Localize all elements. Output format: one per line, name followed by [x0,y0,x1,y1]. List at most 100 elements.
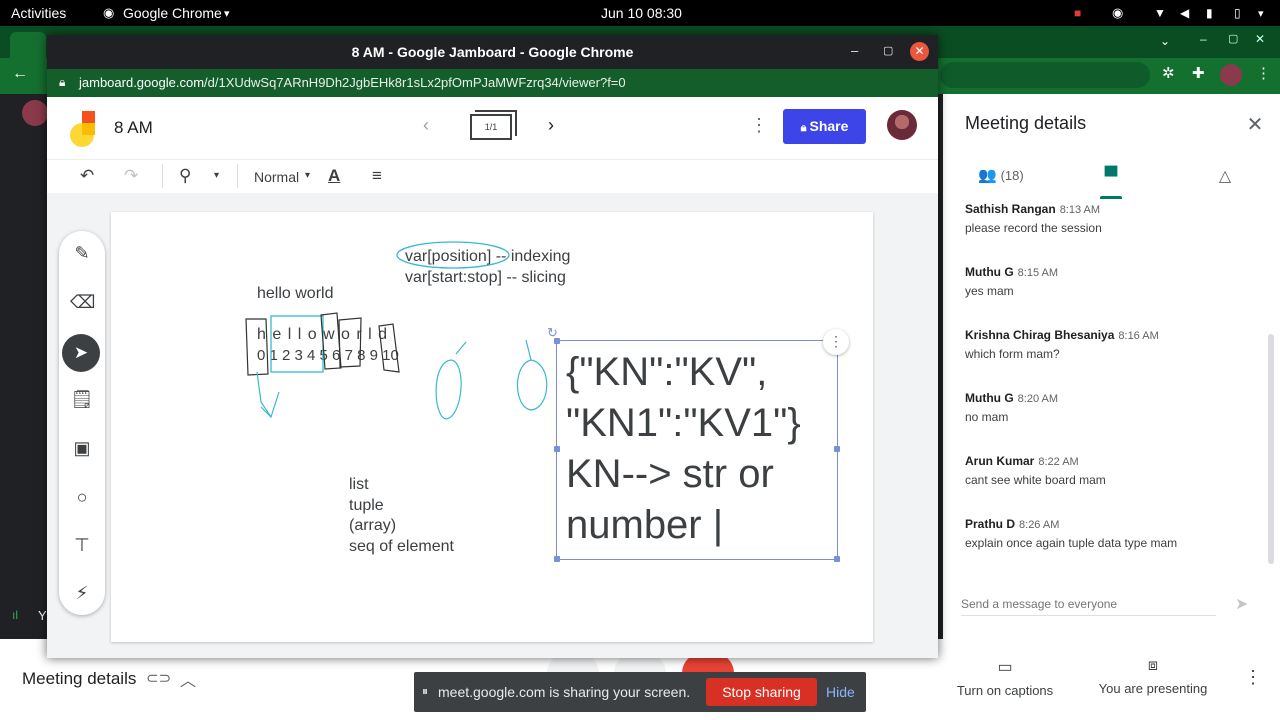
jamboard-logo [70,111,95,147]
volume-icon: ◀ [1180,6,1190,20]
message-time: 8:16 AM [1118,330,1159,342]
back-arrow-icon[interactable]: ← [12,65,28,83]
whiteboard-frame[interactable]: var[position] -- indexing var[start:stop… [111,212,873,642]
maximize-icon[interactable]: ▢ [1228,32,1238,45]
chevron-up-icon[interactable]: ︿ [180,667,196,691]
text-color-icon[interactable]: A [328,166,340,186]
tab-activities[interactable]: △ [1205,166,1245,190]
board-text-slicing[interactable]: var[start:stop] -- slicing [405,269,566,287]
rotate-handle-icon[interactable]: ↻ [547,325,558,341]
minimize-icon[interactable]: – [1200,32,1207,46]
pen-icon[interactable]: ✎ [70,243,94,264]
chevron-down-icon[interactable]: ▾ [1258,7,1264,20]
chat-message: Prathu D 8:26 AM explain once again tuple… [965,517,1177,550]
clock[interactable]: Jun 10 08:30 [601,5,682,21]
board-text-hello[interactable]: hello world [257,285,333,303]
previous-frame-icon[interactable]: ‹ [423,115,429,136]
align-icon[interactable]: ≡ [372,166,382,186]
tab-people[interactable]: 👥 (18) [971,166,1031,190]
message-time: 8:13 AM [1059,204,1101,216]
board-text-array[interactable]: (array) [349,517,396,535]
document-title[interactable]: 8 AM [114,118,153,138]
maximize-icon[interactable]: ▢ [883,44,893,57]
meet-omnibox[interactable] [940,62,1150,88]
chrome-tray-icon: ◉ [1112,5,1124,20]
pause-icon: ⏸ [422,684,429,698]
chat-scrollbar[interactable] [1268,334,1274,564]
chevron-down-icon: ▾ [305,170,311,181]
wifi-icon: ▼ [1154,6,1166,20]
board-text-tuple[interactable]: tuple [349,497,384,515]
captions-icon: ▭ [997,659,1013,676]
people-icon: 👥 [978,167,997,184]
profile-avatar[interactable] [1220,64,1242,86]
zoom-icon[interactable]: ⚲ [179,166,191,186]
input-underline [961,615,1216,616]
puzzle-icon[interactable]: ✚ [1192,64,1205,82]
app-menu[interactable]: Google Chrome [123,5,222,21]
next-frame-icon[interactable]: › [548,115,554,136]
chat-message: Arun Kumar 8:22 AM cant see white board m… [965,454,1106,487]
captions-button[interactable]: ▭ Turn on captions [955,657,1055,698]
resize-handle[interactable] [834,556,840,562]
address-bar[interactable]: 🔒︎ jamboard.google.com/d/1XUdwSq7ARnH9Dh… [47,69,938,97]
board-text-list[interactable]: list [349,476,369,494]
active-tab-indicator [1100,196,1122,199]
people-count: (18) [1000,168,1024,183]
laser-icon[interactable]: ⚡︎ [70,583,94,604]
extension-icon[interactable]: ✲ [1162,64,1175,82]
text-box-icon[interactable]: ⊤ [70,535,94,556]
presenting-label: You are presenting [1098,681,1208,696]
send-icon[interactable]: ➤ [1235,594,1248,614]
message-sender: Krishna Chirag Bhesaniya [965,328,1115,342]
close-icon[interactable]: ✕ [910,42,929,61]
chrome-menu-icon[interactable]: ⋮ [1256,64,1271,82]
attachment-icon: ⊂⊃ [146,670,172,687]
message-sender: Arun Kumar [965,454,1035,468]
undo-icon[interactable]: ↶ [80,166,94,186]
resize-handle[interactable] [834,446,840,452]
select-tool-icon[interactable]: ➤ [62,334,100,372]
tab-search-icon[interactable]: ⌄ [1160,34,1170,48]
board-text-hello-spaced[interactable]: h e l l o w o r l d [257,326,388,344]
window-titlebar[interactable]: 8 AM - Google Jamboard - Google Chrome –… [47,35,938,69]
jamboard-window: 8 AM - Google Jamboard - Google Chrome –… [47,35,938,658]
user-avatar[interactable] [887,110,917,140]
meeting-details-button[interactable]: Meeting details [22,669,136,689]
close-icon[interactable]: ✕ [1243,112,1267,136]
board-text-seq[interactable]: seq of element [349,538,454,556]
more-options-icon[interactable]: ⋮ [823,329,849,355]
shapes-icon: △ [1218,168,1232,185]
message-sender: Muthu G [965,391,1014,405]
eraser-icon[interactable]: ⌫ [70,292,95,313]
image-icon[interactable]: ▣ [70,438,94,459]
hide-banner-button[interactable]: Hide [826,684,855,700]
resize-handle[interactable] [554,446,560,452]
text-box-content[interactable]: {"KN":"KV", "KN1":"KV1"} KN--> str or nu… [566,347,801,551]
share-button[interactable]: 🔒︎ Share [783,109,866,144]
tab-chat[interactable]: ▀ [1091,166,1131,190]
board-text-indices[interactable]: 0 1 2 3 4 5 6 7 8 9 10 [257,347,399,364]
circle-shape-icon[interactable]: ○ [70,487,94,508]
chat-message-input[interactable] [961,597,1216,611]
selected-text-box[interactable]: {"KN":"KV", "KN1":"KV1"} KN--> str or nu… [547,325,849,562]
board-text-indexing[interactable]: var[position] -- indexing [405,248,570,266]
panel-title: Meeting details [965,113,1087,133]
stop-sharing-button[interactable]: Stop sharing [706,678,817,706]
activities-button[interactable]: Activities [11,5,66,21]
minimize-icon[interactable]: – [851,43,858,58]
meet-tab[interactable] [10,32,46,58]
url-text[interactable]: jamboard.google.com/d/1XUdwSq7ARnH9Dh2Jg… [79,75,626,90]
window-title: 8 AM - Google Jamboard - Google Chrome [351,44,634,60]
participant-avatar [22,100,48,126]
redo-icon[interactable]: ↷ [124,166,138,186]
close-icon[interactable]: ✕ [1255,32,1265,46]
text-style-dropdown[interactable]: Normal [254,169,299,185]
presenting-button[interactable]: ⧈ You are presenting [1098,657,1208,696]
frame-indicator[interactable]: 1/1 [470,114,512,140]
more-options-icon[interactable]: ⋮ [750,115,768,136]
sticky-note-icon[interactable]: 🗒︎ [70,389,94,410]
resize-handle[interactable] [554,556,560,562]
chevron-down-icon[interactable]: ▾ [214,170,219,181]
more-options-icon[interactable]: ⋮ [1244,667,1262,688]
